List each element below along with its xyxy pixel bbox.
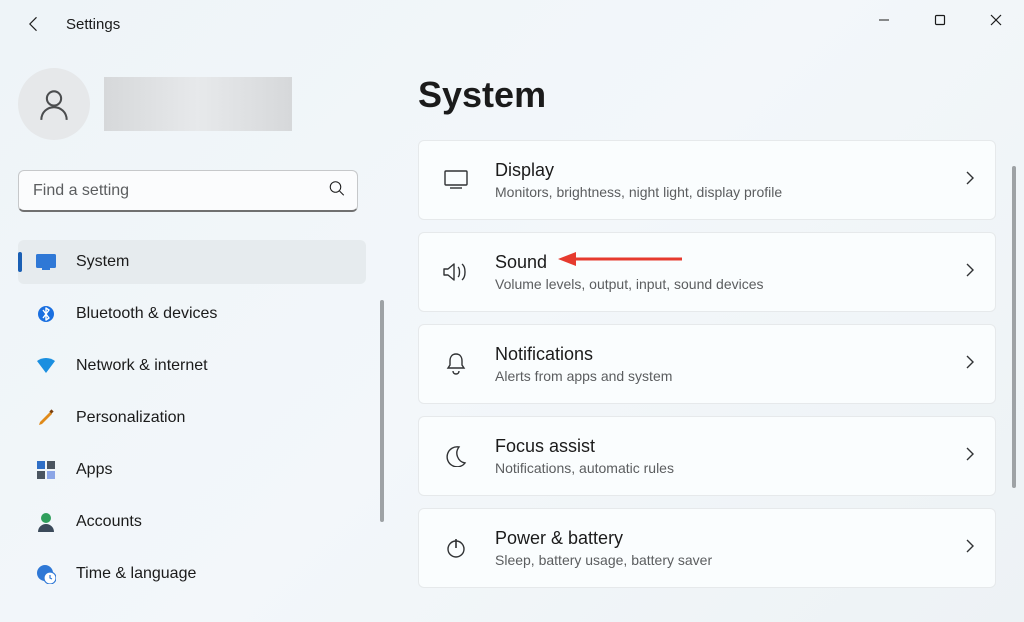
window-controls — [856, 0, 1024, 40]
card-focus-assist[interactable]: Focus assist Notifications, automatic ru… — [418, 416, 996, 496]
search-box — [18, 170, 358, 212]
nav-label: Accounts — [76, 513, 142, 531]
search-icon — [328, 180, 346, 203]
wifi-icon — [36, 356, 56, 376]
back-button[interactable] — [22, 12, 46, 36]
avatar[interactable] — [18, 68, 90, 140]
nav-item-personalization[interactable]: Personalization — [18, 396, 366, 440]
person-icon — [36, 512, 56, 532]
nav-label: Time & language — [76, 565, 196, 583]
apps-icon — [36, 460, 56, 480]
user-block — [18, 68, 372, 140]
chevron-right-icon — [965, 262, 975, 283]
chevron-right-icon — [965, 446, 975, 467]
card-title: Display — [495, 160, 782, 182]
card-sound[interactable]: Sound Volume levels, output, input, soun… — [418, 232, 996, 312]
card-power-battery[interactable]: Power & battery Sleep, battery usage, ba… — [418, 508, 996, 588]
nav-label: Bluetooth & devices — [76, 305, 217, 323]
minimize-button[interactable] — [856, 0, 912, 40]
nav-item-time-language[interactable]: Time & language — [18, 552, 366, 596]
sidebar: System Bluetooth & devices Network & int… — [0, 48, 372, 622]
nav-item-system[interactable]: System — [18, 240, 366, 284]
maximize-button[interactable] — [912, 0, 968, 40]
card-title: Power & battery — [495, 528, 712, 550]
globe-clock-icon — [36, 564, 56, 584]
card-title: Sound — [495, 252, 764, 274]
monitor-icon — [36, 252, 56, 272]
nav-label: Network & internet — [76, 357, 208, 375]
card-subtitle: Alerts from apps and system — [495, 368, 672, 384]
page-title: System — [418, 74, 1004, 116]
app-title: Settings — [66, 16, 120, 33]
card-notifications[interactable]: Notifications Alerts from apps and syste… — [418, 324, 996, 404]
nav-item-apps[interactable]: Apps — [18, 448, 366, 492]
card-subtitle: Volume levels, output, input, sound devi… — [495, 276, 764, 292]
display-icon — [443, 170, 469, 190]
card-title: Notifications — [495, 344, 672, 366]
bluetooth-icon — [36, 304, 56, 324]
card-subtitle: Sleep, battery usage, battery saver — [495, 552, 712, 568]
main-panel: System Display Monitors, brightness, nig… — [372, 48, 1024, 622]
card-subtitle: Monitors, brightness, night light, displ… — [495, 184, 782, 200]
card-display[interactable]: Display Monitors, brightness, night ligh… — [418, 140, 996, 220]
search-input[interactable] — [18, 170, 358, 212]
sound-icon — [443, 261, 469, 283]
card-title: Focus assist — [495, 436, 674, 458]
paintbrush-icon — [36, 408, 56, 428]
nav-item-accounts[interactable]: Accounts — [18, 500, 366, 544]
chevron-right-icon — [965, 354, 975, 375]
chevron-right-icon — [965, 538, 975, 559]
power-icon — [443, 537, 469, 559]
main-scrollbar[interactable] — [1012, 166, 1016, 488]
nav-list: System Bluetooth & devices Network & int… — [18, 240, 366, 596]
moon-icon — [443, 445, 469, 467]
close-button[interactable] — [968, 0, 1024, 40]
settings-card-list: Display Monitors, brightness, night ligh… — [418, 140, 996, 588]
bell-icon — [443, 352, 469, 376]
card-subtitle: Notifications, automatic rules — [495, 460, 674, 476]
chevron-right-icon — [965, 170, 975, 191]
user-name-placeholder — [104, 77, 292, 131]
nav-label: Personalization — [76, 409, 185, 427]
nav-label: System — [76, 253, 129, 271]
nav-label: Apps — [76, 461, 112, 479]
nav-item-network[interactable]: Network & internet — [18, 344, 366, 388]
nav-item-bluetooth[interactable]: Bluetooth & devices — [18, 292, 366, 336]
